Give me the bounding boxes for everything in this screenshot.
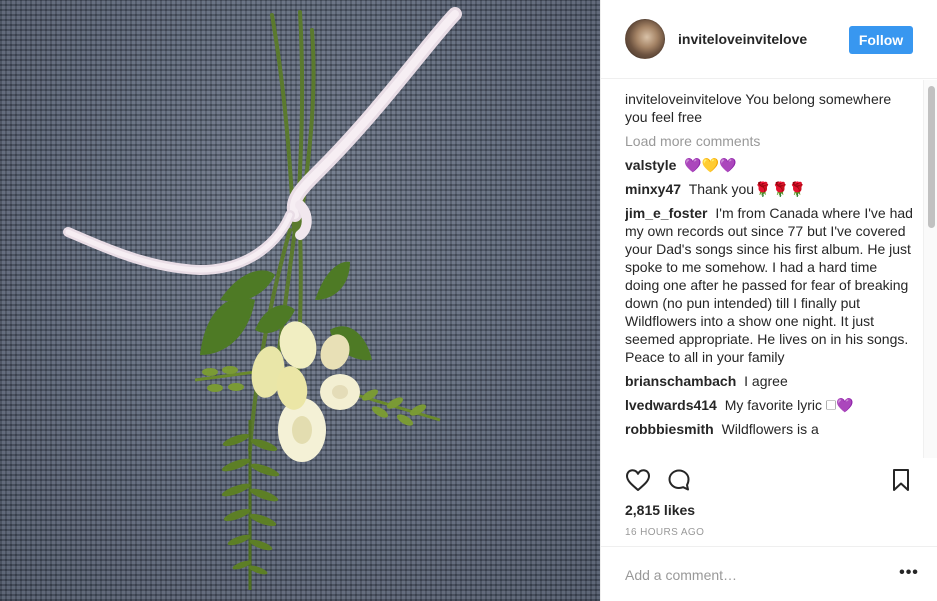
comment-text: My favorite lyric 🗆💜 bbox=[724, 397, 854, 413]
comment-bubble-icon[interactable] bbox=[667, 468, 691, 497]
bookmark-icon[interactable] bbox=[891, 468, 911, 497]
comment-username[interactable]: minxy47 bbox=[625, 181, 681, 197]
list-item: valstyle 💜💛💜 bbox=[625, 156, 915, 174]
comment-text: I'm from Canada where I've had my own re… bbox=[625, 205, 913, 365]
add-comment-section: ••• bbox=[601, 546, 937, 601]
comment-username[interactable]: valstyle bbox=[625, 157, 676, 173]
comment-text: Wildflowers is a bbox=[721, 421, 819, 437]
comment-list[interactable]: inviteloveinvitelove You belong somewher… bbox=[625, 90, 915, 458]
caption-username[interactable]: inviteloveinvitelove bbox=[625, 91, 742, 107]
comment-username[interactable]: robbbiesmith bbox=[625, 421, 714, 437]
load-more-comments-link[interactable]: Load more comments bbox=[625, 132, 915, 150]
comment-input[interactable] bbox=[625, 565, 875, 585]
likes-count[interactable]: 2,815 likes bbox=[625, 502, 695, 518]
post-details-panel: inviteloveinvitelove Follow invitelovein… bbox=[600, 0, 937, 601]
scrollbar-thumb[interactable] bbox=[928, 86, 935, 228]
comment-text: Thank you🌹🌹🌹 bbox=[688, 181, 807, 197]
post-photo[interactable] bbox=[0, 0, 600, 601]
list-item: lvedwards414 My favorite lyric 🗆💜 bbox=[625, 396, 915, 414]
avatar[interactable] bbox=[625, 19, 665, 59]
post-header: inviteloveinvitelove Follow bbox=[601, 0, 937, 79]
list-item: robbbiesmith Wildflowers is a bbox=[625, 420, 915, 438]
comment-username[interactable]: lvedwards414 bbox=[625, 397, 717, 413]
comment-username[interactable]: brianschambach bbox=[625, 373, 736, 389]
post-author-username[interactable]: inviteloveinvitelove bbox=[678, 31, 807, 47]
post-caption: inviteloveinvitelove You belong somewher… bbox=[625, 90, 915, 126]
comments-scrollbar[interactable] bbox=[923, 80, 937, 458]
list-item: jim_e_foster I'm from Canada where I've … bbox=[625, 204, 915, 366]
post-actions bbox=[625, 464, 915, 496]
comment-text: I agree bbox=[744, 373, 788, 389]
comment-text: 💜💛💜 bbox=[684, 157, 737, 173]
list-item: minxy47 Thank you🌹🌹🌹 bbox=[625, 180, 915, 198]
comment-username[interactable]: jim_e_foster bbox=[625, 205, 707, 221]
follow-button[interactable]: Follow bbox=[849, 26, 913, 54]
heart-icon[interactable] bbox=[625, 468, 651, 497]
list-item: brianschambach I agree bbox=[625, 372, 915, 390]
flower-bouquet-illustration bbox=[63, 7, 462, 590]
post-timestamp[interactable]: 16 HOURS AGO bbox=[625, 527, 704, 538]
more-options-icon[interactable]: ••• bbox=[897, 561, 921, 585]
